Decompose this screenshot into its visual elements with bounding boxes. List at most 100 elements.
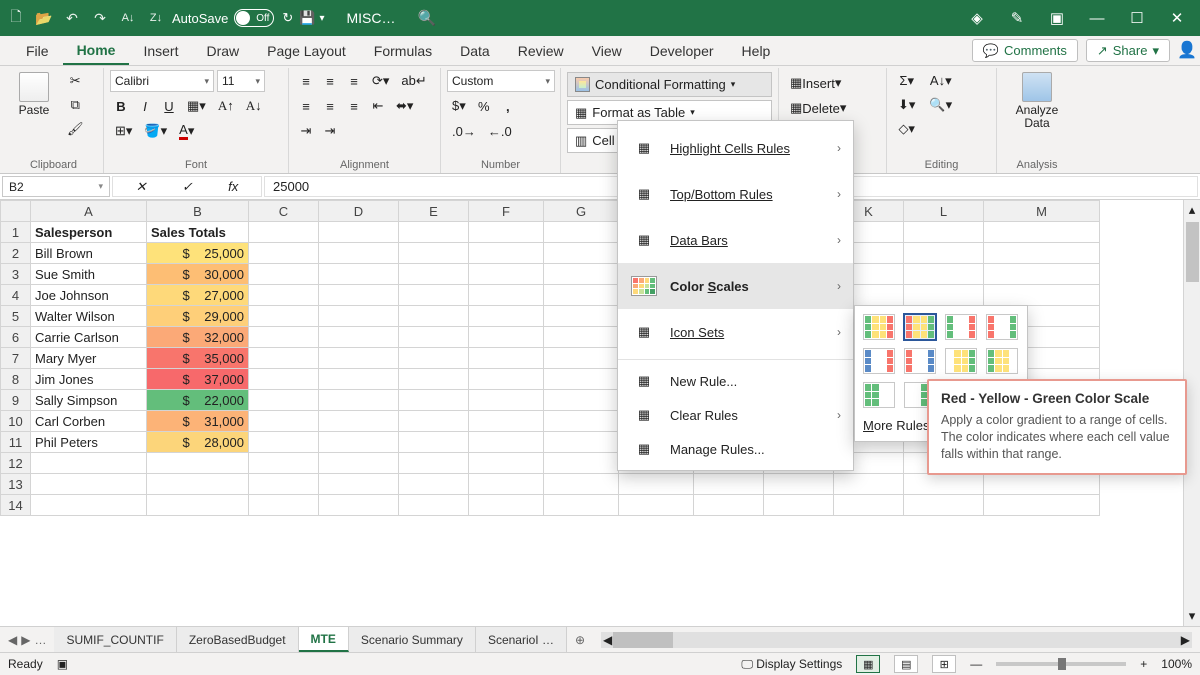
conditional-formatting-button[interactable]: Conditional Formatting▾: [567, 72, 772, 97]
font-size-combo[interactable]: 11▾: [217, 70, 265, 92]
color-scale-option[interactable]: [904, 314, 936, 340]
cell[interactable]: $ 29,000: [147, 306, 249, 327]
tab-view[interactable]: View: [578, 36, 636, 65]
delete-cells-button[interactable]: ▦ Delete ▾: [785, 97, 881, 119]
cell[interactable]: $ 25,000: [147, 243, 249, 264]
comments-button[interactable]: 💬 Comments: [972, 39, 1078, 62]
cf-color-scales[interactable]: Color Scales›: [618, 263, 853, 309]
display-settings-button[interactable]: 🖵 Display Settings: [741, 657, 842, 672]
cell[interactable]: Mary Myer: [31, 348, 147, 369]
align-right-button[interactable]: ≡: [343, 95, 365, 117]
new-sheet-button[interactable]: ⊕: [567, 633, 593, 647]
align-middle-button[interactable]: ≡: [319, 70, 341, 92]
tab-review[interactable]: Review: [504, 36, 578, 65]
page-break-view-button[interactable]: ⊞: [932, 655, 956, 673]
normal-view-button[interactable]: ▦: [856, 655, 880, 673]
bold-button[interactable]: B: [110, 95, 132, 117]
color-scale-option[interactable]: [986, 314, 1018, 340]
zoom-out-button[interactable]: —: [970, 657, 982, 671]
cell[interactable]: $ 27,000: [147, 285, 249, 306]
wrap-text-button[interactable]: ab↵: [396, 70, 431, 92]
col-header[interactable]: D: [319, 201, 399, 222]
underline-button[interactable]: U: [158, 95, 180, 117]
cell[interactable]: Carrie Carlson: [31, 327, 147, 348]
align-bottom-button[interactable]: ≡: [343, 70, 365, 92]
ribbon-mode-icon[interactable]: ▣: [1046, 7, 1068, 29]
fx-icon[interactable]: fx: [228, 179, 238, 194]
undo-icon[interactable]: ↶: [62, 8, 82, 28]
fill-color-button[interactable]: 🪣▾: [139, 120, 172, 142]
save-icon[interactable]: 💾: [299, 10, 315, 26]
cf-data-bars[interactable]: ▦ Data Bars›: [618, 217, 853, 263]
redo2-icon[interactable]: ↻: [282, 10, 293, 26]
indent-right-button[interactable]: ⇥: [319, 120, 341, 142]
cf-clear-rules[interactable]: ▦Clear Rules›: [618, 398, 853, 432]
shrink-font-button[interactable]: A↓: [241, 95, 267, 117]
tab-data[interactable]: Data: [446, 36, 504, 65]
maximize-button[interactable]: ☐: [1126, 7, 1148, 29]
sheet-tab[interactable]: MTE: [299, 627, 349, 652]
orientation-button[interactable]: ⟳▾: [367, 70, 394, 92]
cell[interactable]: Walter Wilson: [31, 306, 147, 327]
autosave-toggle[interactable]: AutoSave Off: [172, 9, 274, 27]
sheet-tab[interactable]: SUMIF_COUNTIF: [54, 627, 176, 652]
clear-button[interactable]: ◇▾: [893, 118, 920, 140]
redo-icon[interactable]: ↷: [90, 8, 110, 28]
color-scale-option[interactable]: [904, 348, 936, 374]
tab-page-layout[interactable]: Page Layout: [253, 36, 360, 65]
number-format-combo[interactable]: Custom▾: [447, 70, 555, 92]
cell[interactable]: Sally Simpson: [31, 390, 147, 411]
row-header[interactable]: 8: [1, 369, 31, 390]
sort-filter-button[interactable]: A↓▾: [924, 70, 957, 92]
col-header[interactable]: E: [399, 201, 469, 222]
find-select-button[interactable]: 🔍▾: [924, 94, 957, 116]
borders-button[interactable]: ⊞▾: [110, 120, 137, 142]
color-scale-option[interactable]: [863, 314, 895, 340]
coming-soon-icon[interactable]: ✎: [1006, 7, 1028, 29]
name-box[interactable]: B2▾: [2, 176, 110, 197]
tab-help[interactable]: Help: [728, 36, 785, 65]
autosave-switch[interactable]: Off: [234, 9, 274, 27]
cell[interactable]: $ 30,000: [147, 264, 249, 285]
decrease-indent-button[interactable]: ⇤: [367, 95, 389, 117]
cell[interactable]: Bill Brown: [31, 243, 147, 264]
row-header[interactable]: 3: [1, 264, 31, 285]
currency-button[interactable]: $▾: [447, 95, 471, 117]
tab-draw[interactable]: Draw: [192, 36, 253, 65]
row-header[interactable]: 6: [1, 327, 31, 348]
cell[interactable]: Sue Smith: [31, 264, 147, 285]
col-header[interactable]: F: [469, 201, 544, 222]
row-header[interactable]: 12: [1, 453, 31, 474]
font-name-combo[interactable]: Calibri▾: [110, 70, 214, 92]
row-header[interactable]: 1: [1, 222, 31, 243]
col-header[interactable]: G: [544, 201, 619, 222]
zoom-in-button[interactable]: +: [1140, 657, 1147, 671]
cell[interactable]: Joe Johnson: [31, 285, 147, 306]
merge-button[interactable]: ⬌▾: [391, 95, 418, 117]
cell[interactable]: $ 31,000: [147, 411, 249, 432]
grow-font-button[interactable]: A↑: [213, 95, 239, 117]
increase-indent-button[interactable]: ⇥: [295, 120, 317, 142]
row-header[interactable]: 4: [1, 285, 31, 306]
row-header[interactable]: 5: [1, 306, 31, 327]
col-header[interactable]: C: [249, 201, 319, 222]
cf-manage-rules[interactable]: ▦Manage Rules...: [618, 432, 853, 466]
tab-home[interactable]: Home: [63, 36, 130, 65]
row-header[interactable]: 13: [1, 474, 31, 495]
new-file-icon[interactable]: 🗋: [6, 8, 26, 28]
col-header[interactable]: B: [147, 201, 249, 222]
align-left-button[interactable]: ≡: [295, 95, 317, 117]
cell[interactable]: Phil Peters: [31, 432, 147, 453]
comma-button[interactable]: ,: [497, 95, 519, 117]
row-header[interactable]: 2: [1, 243, 31, 264]
tab-file[interactable]: File: [12, 36, 63, 65]
tab-formulas[interactable]: Formulas: [360, 36, 446, 65]
copy-button[interactable]: ⧉: [62, 94, 89, 116]
color-scale-option[interactable]: [863, 382, 895, 408]
increase-decimal-button[interactable]: .0→: [447, 120, 481, 142]
open-file-icon[interactable]: 📂: [34, 8, 54, 28]
row-header[interactable]: 14: [1, 495, 31, 516]
cell[interactable]: $ 28,000: [147, 432, 249, 453]
align-center-button[interactable]: ≡: [319, 95, 341, 117]
font-color-button[interactable]: A▾: [174, 120, 199, 142]
